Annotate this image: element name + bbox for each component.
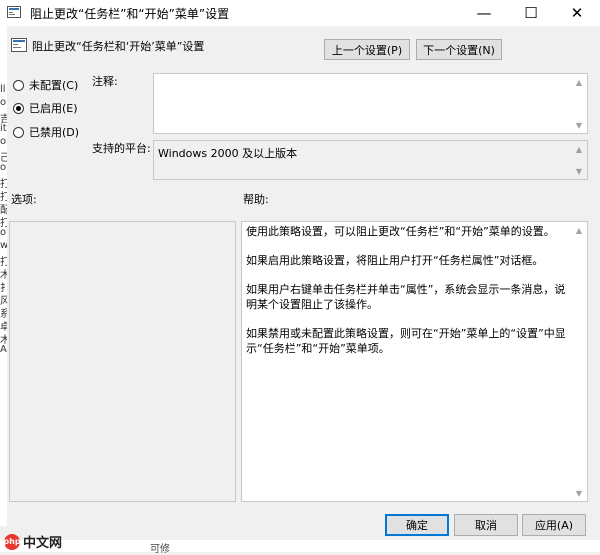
comment-scrollbar[interactable]: ▲ ▼ bbox=[571, 74, 587, 133]
help-panel: 使用此策略设置，可以阻止更改“任务栏”和“开始”菜单的设置。 如果启用此策略设置… bbox=[241, 221, 588, 502]
help-paragraph: 如果禁用或未配置此策略设置，则可在“开始”菜单上的“设置”中显示“任务栏”和“开… bbox=[246, 327, 566, 355]
radio-label: 未配置(C) bbox=[29, 79, 79, 92]
radio-label: 已禁用(D) bbox=[29, 126, 80, 139]
platform-box: Windows 2000 及以上版本 ▲ ▼ bbox=[153, 140, 588, 180]
help-paragraph: 使用此策略设置，可以阻止更改“任务栏”和“开始”菜单的设置。 bbox=[246, 225, 555, 238]
comment-label: 注释: bbox=[92, 75, 118, 88]
previous-setting-button[interactable]: 上一个设置(P) bbox=[324, 39, 410, 60]
minimize-button[interactable]: — bbox=[461, 0, 507, 26]
platform-scrollbar[interactable]: ▲ ▼ bbox=[571, 141, 587, 179]
help-scrollbar[interactable]: ▲ ▼ bbox=[571, 222, 587, 501]
background-bottom-strip bbox=[0, 540, 600, 552]
close-button[interactable]: ✕ bbox=[554, 0, 600, 26]
radio-circle-selected bbox=[13, 102, 24, 114]
options-label: 选项: bbox=[11, 193, 37, 206]
scroll-down-icon[interactable]: ▼ bbox=[571, 117, 587, 133]
radio-circle bbox=[13, 79, 24, 91]
scroll-up-icon[interactable]: ▲ bbox=[571, 141, 587, 157]
next-setting-button[interactable]: 下一个设置(N) bbox=[416, 39, 502, 60]
setting-name: 阻止更改“任务栏和‘开始’菜单”设置 bbox=[32, 40, 205, 53]
apply-button[interactable]: 应用(A) bbox=[522, 514, 586, 536]
help-paragraph: 如果启用此策略设置，将阻止用户打开“任务栏属性”对话框。 bbox=[246, 254, 544, 267]
background-text: 可修 bbox=[150, 544, 170, 555]
background-glyph: it bbox=[0, 123, 7, 134]
ok-button[interactable]: 确定 bbox=[385, 514, 449, 536]
scroll-down-icon[interactable]: ▼ bbox=[571, 163, 587, 179]
platform-label: 支持的平台: bbox=[92, 142, 151, 155]
window-title: 阻止更改“任务栏”和“开始”菜单”设置 bbox=[30, 7, 230, 21]
watermark-logo: php 中文网 bbox=[3, 532, 63, 551]
scroll-up-icon[interactable]: ▲ bbox=[571, 222, 587, 238]
radio-disabled[interactable]: 已禁用(D) bbox=[13, 124, 79, 140]
radio-label: 已启用(E) bbox=[29, 102, 78, 115]
background-glyph: A bbox=[0, 344, 7, 355]
scroll-up-icon[interactable]: ▲ bbox=[571, 74, 587, 90]
policy-icon bbox=[7, 6, 21, 18]
logo-text: 中文网 bbox=[23, 536, 63, 551]
help-label: 帮助: bbox=[243, 193, 269, 206]
logo-mark: php bbox=[3, 533, 21, 550]
radio-not-configured[interactable]: 未配置(C) bbox=[13, 77, 78, 93]
setting-icon bbox=[11, 38, 27, 52]
help-paragraph: 如果用户右键单击任务栏并单击“属性”，系统会显示一条消息，说明某个设置阻止了该操… bbox=[246, 283, 566, 311]
help-text: 使用此策略设置，可以阻止更改“任务栏”和“开始”菜单的设置。 如果启用此策略设置… bbox=[246, 224, 567, 370]
options-panel bbox=[9, 221, 236, 502]
radio-enabled[interactable]: 已启用(E) bbox=[13, 100, 78, 116]
scroll-down-icon[interactable]: ▼ bbox=[571, 485, 587, 501]
radio-circle bbox=[13, 126, 24, 138]
platform-value: Windows 2000 及以上版本 bbox=[158, 147, 298, 160]
background-glyph: ll bbox=[0, 84, 6, 95]
comment-textarea[interactable]: ▲ ▼ bbox=[153, 73, 588, 134]
maximize-button[interactable]: ☐ bbox=[508, 0, 554, 26]
cancel-button[interactable]: 取消 bbox=[454, 514, 518, 536]
